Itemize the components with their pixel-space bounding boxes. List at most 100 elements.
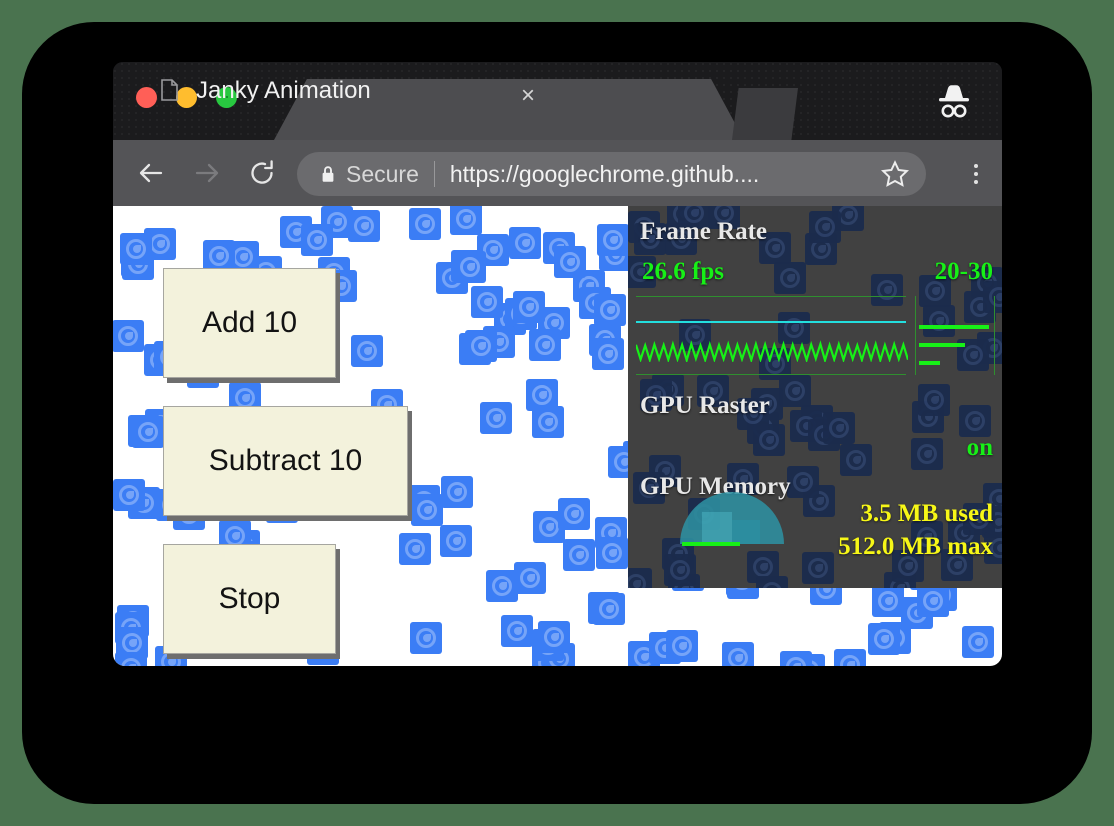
chrome-logo-sprite — [526, 379, 558, 411]
fps-hud-content: Frame Rate 26.6 fps 20-30 — [628, 206, 1002, 588]
chrome-logo-sprite — [471, 286, 503, 318]
chrome-logo-sprite — [410, 622, 442, 654]
chrome-logo-sprite — [122, 248, 154, 280]
chrome-logo-sprite — [543, 232, 575, 264]
chrome-logo-sprite — [509, 227, 541, 259]
chrome-logo-sprite — [477, 234, 509, 266]
gpu-memory-gauge — [680, 494, 784, 548]
window-close-button[interactable] — [136, 87, 157, 108]
frame-rate-waveform — [636, 336, 908, 362]
chrome-logo-sprite — [436, 262, 468, 294]
chrome-logo-sprite — [505, 298, 537, 330]
chrome-logo-sprite — [597, 224, 629, 256]
chrome-logo-sprite — [872, 585, 904, 617]
chrome-logo-sprite — [595, 517, 627, 549]
chrome-logo-sprite — [483, 326, 515, 358]
chrome-logo-sprite — [411, 494, 443, 526]
histogram-bar — [919, 325, 989, 329]
histogram-right-axis — [994, 296, 995, 375]
security-status-label: Secure — [346, 161, 419, 188]
three-dots-vertical-icon[interactable] — [958, 156, 994, 192]
browser-window: Janky Animation × — [113, 62, 1002, 666]
frame-rate-lower-bound-line — [636, 374, 906, 375]
gauge-baseline — [682, 542, 740, 546]
frame-rate-upper-bound-line — [636, 296, 906, 297]
chrome-logo-sprite — [450, 206, 482, 235]
chrome-logo-sprite — [868, 623, 900, 655]
chrome-logo-sprite — [117, 605, 149, 637]
reload-icon[interactable] — [241, 152, 283, 194]
histogram-left-axis — [915, 296, 916, 375]
document-icon — [161, 79, 178, 101]
chrome-logo-sprite — [115, 652, 147, 666]
omnibox[interactable]: Secure https://googlechrome.github.... — [297, 152, 926, 196]
url-text[interactable]: https://googlechrome.github.... — [450, 161, 880, 188]
chrome-logo-sprite — [538, 621, 570, 653]
chrome-logo-sprite — [514, 562, 546, 594]
chrome-logo-sprite — [532, 647, 564, 666]
chrome-logo-sprite — [780, 651, 812, 666]
chrome-logo-sprite — [494, 303, 526, 335]
chrome-logo-sprite — [599, 239, 631, 271]
frame-rate-reference-baseline — [636, 321, 906, 323]
chrome-logo-sprite — [409, 208, 441, 240]
chrome-logo-sprite — [113, 479, 145, 511]
gauge-step — [702, 512, 732, 544]
arrow-left-icon[interactable] — [130, 152, 172, 194]
browser-toolbar: Secure https://googlechrome.github.... — [113, 140, 1002, 206]
chrome-logo-sprite — [901, 597, 933, 629]
chrome-logo-sprite — [962, 626, 994, 658]
frame-rate-histogram — [915, 296, 995, 375]
lock-closed-icon — [321, 165, 335, 183]
chrome-logo-sprite — [121, 245, 153, 277]
hud-gpu-raster-value: on — [967, 434, 993, 462]
chrome-logo-sprite — [399, 533, 431, 565]
hud-frame-rate-range: 20-30 — [935, 258, 993, 286]
chrome-logo-sprite — [543, 643, 575, 666]
next-tab-stub[interactable] — [732, 88, 798, 140]
chrome-logo-sprite — [132, 416, 164, 448]
hud-gpu-memory-used: 3.5 MB used — [860, 500, 993, 528]
chrome-logo-sprite — [917, 585, 949, 617]
chrome-logo-sprite — [440, 525, 472, 557]
chrome-logo-sprite — [563, 539, 595, 571]
stop-button[interactable]: Stop — [163, 544, 336, 654]
chrome-logo-sprite — [532, 629, 564, 661]
chrome-logo-sprite — [628, 641, 660, 666]
window-minimize-button[interactable] — [176, 87, 197, 108]
chrome-logo-sprite — [666, 630, 698, 662]
chrome-logo-sprite — [280, 216, 312, 248]
subtract-10-button[interactable]: Subtract 10 — [163, 406, 408, 516]
star-outline-icon[interactable] — [880, 159, 910, 189]
chrome-logo-sprite — [113, 320, 144, 352]
chrome-logo-sprite — [533, 511, 565, 543]
add-10-button[interactable]: Add 10 — [163, 268, 336, 378]
chrome-logo-sprite — [321, 206, 353, 238]
chrome-logo-sprite — [593, 593, 625, 625]
chrome-logo-sprite — [348, 210, 380, 242]
chrome-logo-sprite — [579, 287, 611, 319]
chrome-logo-sprite — [834, 649, 866, 666]
chrome-logo-sprite — [722, 642, 754, 666]
chrome-logo-sprite — [115, 612, 147, 644]
arrow-right-icon — [186, 152, 228, 194]
gauge-step — [732, 520, 760, 544]
chrome-logo-sprite — [451, 250, 483, 282]
incognito-hat-glasses-icon — [931, 82, 977, 122]
hud-gpu-memory-max: 512.0 MB max — [838, 533, 993, 561]
chrome-logo-sprite — [554, 246, 586, 278]
chrome-logo-sprite — [649, 632, 681, 664]
fps-hud-overlay: Frame Rate 26.6 fps 20-30 — [628, 206, 1002, 588]
chrome-logo-sprite — [501, 615, 533, 647]
chrome-logo-sprite — [596, 537, 628, 569]
chrome-logo-sprite — [408, 485, 440, 517]
chrome-logo-sprite — [793, 654, 825, 666]
chrome-logo-sprite — [589, 324, 621, 356]
chrome-logo-sprite — [128, 487, 160, 519]
chrome-logo-sprite — [513, 291, 545, 323]
histogram-bar — [919, 361, 940, 365]
chrome-logo-sprite — [454, 251, 486, 283]
close-icon[interactable]: × — [517, 86, 539, 108]
page-viewport: Add 10 Subtract 10 Stop Frame Rate 26.6 … — [113, 206, 1002, 666]
hud-gpu-raster-title: GPU Raster — [640, 392, 770, 420]
